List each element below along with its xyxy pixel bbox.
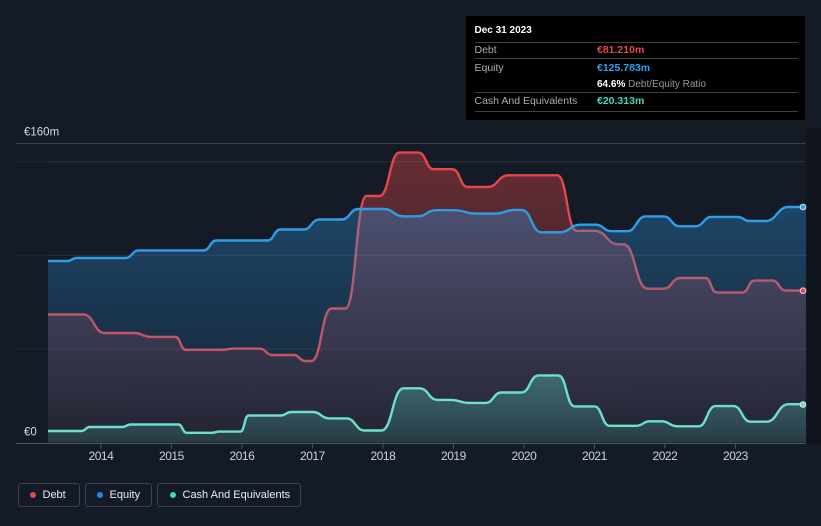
- svg-text:2016: 2016: [230, 449, 256, 463]
- svg-text:2017: 2017: [300, 449, 326, 463]
- svg-text:2019: 2019: [441, 449, 467, 463]
- svg-text:2023: 2023: [723, 449, 749, 463]
- svg-text:2021: 2021: [582, 449, 608, 463]
- svg-text:2018: 2018: [371, 449, 397, 463]
- svg-text:2014: 2014: [89, 449, 115, 463]
- svg-text:€0: €0: [24, 427, 37, 439]
- svg-text:2020: 2020: [512, 449, 538, 463]
- svg-text:2015: 2015: [159, 449, 185, 463]
- svg-text:€160m: €160m: [24, 127, 59, 139]
- svg-text:2022: 2022: [653, 449, 679, 463]
